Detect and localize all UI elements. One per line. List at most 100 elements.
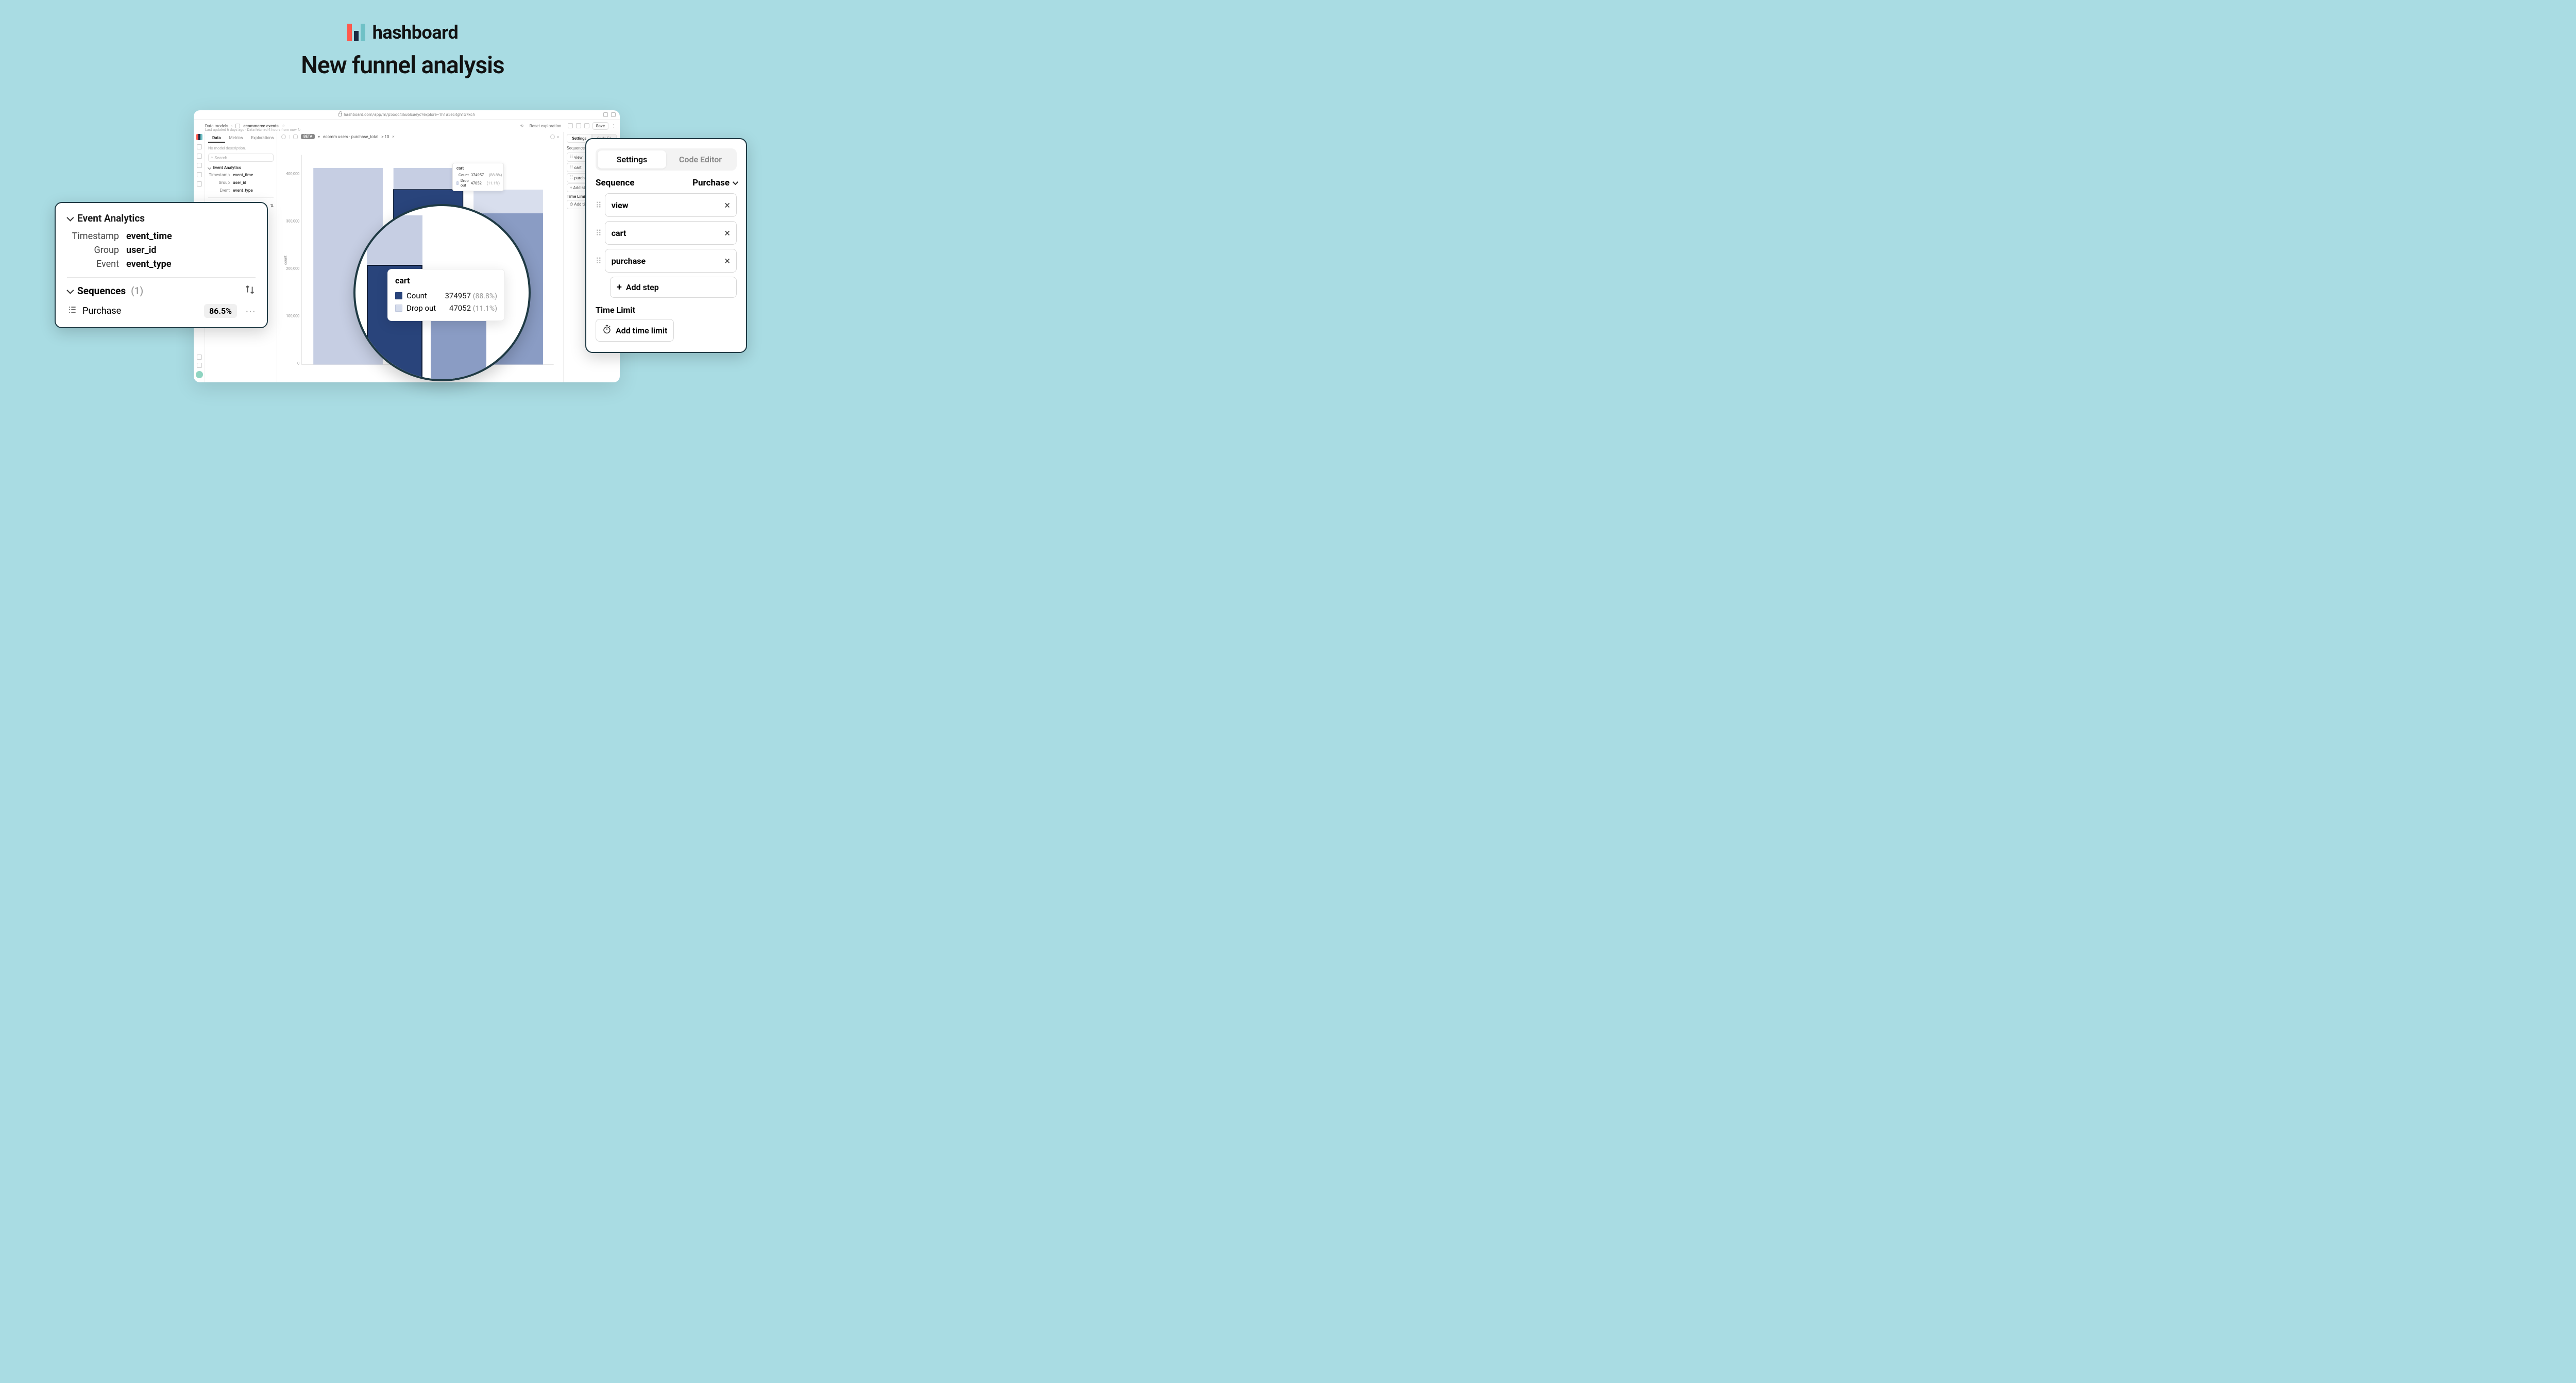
step-chip[interactable]: view× [605, 193, 737, 217]
drag-handle-icon[interactable]: ⠿ [570, 165, 572, 170]
stopwatch-icon [602, 325, 612, 336]
more-icon[interactable]: ⋯ [242, 305, 256, 317]
chevron-down-icon [733, 179, 738, 185]
collapse-icon[interactable] [550, 134, 555, 139]
chevron-down-icon [66, 286, 74, 294]
time-limit-label: Time Limit [596, 305, 737, 315]
beta-badge: BETA [301, 134, 315, 139]
svg-text:200,000: 200,000 [286, 266, 299, 271]
svg-text:count: count [283, 255, 287, 265]
link-icon[interactable] [568, 123, 573, 128]
reset-icon: ⟲ [520, 124, 523, 128]
search-icon: ⌕ [211, 155, 213, 160]
value: event_time [233, 173, 253, 177]
tab-data[interactable]: Data [208, 134, 225, 143]
section-label: Sequence [567, 146, 585, 150]
collapse-icon[interactable] [197, 355, 202, 360]
search-icon[interactable] [197, 144, 202, 149]
value: event_type [233, 188, 253, 193]
help-icon[interactable] [197, 363, 202, 368]
tab-settings[interactable]: Settings [598, 150, 666, 168]
add-step-button[interactable]: +Add step [610, 277, 737, 298]
value: user_id [126, 245, 157, 256]
drag-handle-icon[interactable]: ⠿ [596, 200, 601, 210]
copy-icon[interactable] [603, 112, 608, 117]
event-analytics-header[interactable]: Event Analytics [67, 212, 256, 224]
sequences-header[interactable]: Sequences (1) [67, 284, 256, 298]
model-description: No model description. [208, 145, 274, 151]
filter-icon[interactable]: ▾ [318, 134, 320, 139]
kebab-icon[interactable]: ⋮ [612, 124, 616, 128]
save-button[interactable]: Save [592, 122, 608, 130]
tab-explorations[interactable]: Explorations [247, 134, 278, 143]
refresh-icon[interactable]: ↻ [298, 128, 301, 132]
label: Event [208, 188, 233, 193]
metric-pill[interactable]: ecomm users · purchase_total [323, 134, 378, 139]
back-icon[interactable] [281, 134, 286, 139]
close-icon[interactable]: × [392, 134, 394, 139]
event-analytics-popup: Event Analytics Timestampevent_time Grou… [55, 202, 268, 328]
sort-icon[interactable]: ⇅ [270, 204, 274, 208]
label: Timestamp [208, 173, 233, 177]
lock-icon [338, 113, 342, 116]
close-icon[interactable]: × [724, 255, 730, 267]
search-input[interactable]: ⌕ Search [208, 154, 274, 162]
sequence-item[interactable]: Purchase 86.5% ⋯ [67, 298, 256, 318]
add-time-limit-button[interactable]: Add time limit [596, 319, 674, 342]
redo-icon[interactable] [584, 123, 589, 128]
hashboard-logo-icon [347, 24, 365, 41]
expand-icon[interactable] [611, 112, 616, 117]
filter-chip[interactable]: > 10 [381, 134, 389, 139]
plus-icon[interactable] [293, 134, 298, 139]
url-bar: hashboard.com/app/m/p5oqc4i6u6lcaeyc?exp… [338, 112, 475, 117]
tick-label: 0 [297, 361, 299, 366]
sequence-dropdown[interactable]: Purchase [692, 178, 737, 188]
conversion-pct: 86.5% [204, 304, 237, 318]
drag-handle-icon[interactable]: ⠿ [570, 155, 572, 160]
plus-icon: + [617, 283, 622, 292]
event-analytics-header[interactable]: Event Analytics [208, 164, 274, 170]
reset-button[interactable]: Reset exploration [527, 123, 565, 129]
page-title: New funnel analysis [301, 52, 504, 79]
tab-code-editor[interactable]: Code Editor [666, 150, 735, 168]
chevron-down-icon [208, 166, 211, 170]
settings-icon[interactable] [197, 181, 202, 187]
settings-popup: Settings Code Editor Sequence Purchase ⠿… [585, 138, 747, 353]
brand-row: hashboard [347, 22, 459, 43]
list-icon [67, 305, 77, 317]
value: user_id [233, 180, 246, 185]
tab-metrics[interactable]: Metrics [225, 134, 247, 143]
close-icon[interactable]: × [724, 199, 730, 211]
sort-icon[interactable] [244, 284, 256, 298]
brand-name: hashboard [372, 22, 459, 43]
value: event_time [126, 231, 172, 242]
expand-icon[interactable]: » [557, 134, 559, 139]
label: Event [67, 259, 126, 269]
list-icon[interactable] [197, 172, 202, 177]
svg-text:300,000: 300,000 [286, 218, 299, 223]
swatch-dropout-icon [395, 305, 402, 312]
close-icon[interactable]: × [724, 227, 730, 239]
step-chip[interactable]: purchase× [605, 249, 737, 273]
chart-tooltip: cart Count374957 (88.8%) Drop out47052 (… [387, 269, 505, 321]
drag-handle-icon[interactable]: ⠿ [570, 175, 572, 180]
hashboard-logo-icon[interactable] [196, 134, 202, 140]
drag-handle-icon[interactable]: ⠿ [596, 228, 601, 238]
database-icon[interactable] [197, 163, 202, 168]
avatar[interactable] [196, 371, 203, 378]
svg-text:400,000: 400,000 [286, 171, 299, 176]
section-label: Sequence [596, 178, 635, 188]
undo-icon[interactable] [576, 123, 581, 128]
value: event_type [126, 259, 172, 269]
zoom-lens: cart Count374957 (88.8%) Drop out47052 (… [353, 204, 531, 381]
swatch-dropout-icon [456, 181, 459, 185]
meta-info: Last updated 6 days ago · Data fetched 4… [205, 128, 300, 132]
step-chip[interactable]: cart× [605, 221, 737, 245]
label: Group [208, 180, 233, 185]
chart-tooltip: cart Count374957 (88.8%) Drop out47052 (… [452, 163, 504, 191]
label: Timestamp [67, 231, 126, 242]
drag-handle-icon[interactable]: ⠿ [596, 256, 601, 266]
dashboard-icon[interactable] [197, 154, 202, 159]
svg-text:100,000: 100,000 [286, 314, 299, 318]
chevron-down-icon [66, 214, 74, 221]
